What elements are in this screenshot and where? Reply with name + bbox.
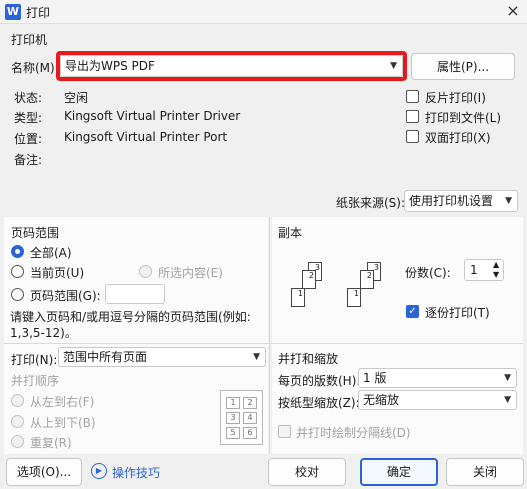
print-what-select[interactable]: 范围中所有页面 ▼ [58, 347, 266, 367]
duplex-label[interactable]: 双面打印(X) [425, 129, 491, 146]
collate-label[interactable]: 逐份打印(T) [425, 304, 490, 321]
paper-source-select[interactable]: 使用打印机设置 ▼ [404, 190, 518, 212]
range-selection-radio [139, 265, 152, 278]
zoom-section-title: 并打和缩放 [278, 352, 339, 366]
vertical-divider [269, 217, 270, 454]
reverse-print-checkbox[interactable] [406, 90, 419, 103]
properties-button[interactable]: 属性(P)... [411, 53, 515, 80]
order-repeat-radio [11, 435, 24, 448]
paper-source-value: 使用打印机设置 [409, 194, 494, 208]
scale-select[interactable]: 无缩放 ▼ [358, 390, 517, 410]
page-range-input[interactable] [105, 284, 165, 304]
range-current-label[interactable]: 当前页(U) [30, 264, 84, 281]
pages-per-sheet-label: 每页的版数(H): [278, 374, 361, 388]
paper-source-label: 纸张来源(S): [336, 196, 406, 210]
wps-logo-icon: W [5, 4, 21, 20]
page-icon: 2 [360, 270, 374, 289]
print-order-section-title: 并打顺序 [11, 374, 60, 388]
options-button[interactable]: 选项(O)... [6, 458, 82, 486]
chevron-down-icon: ▼ [505, 196, 512, 206]
range-pages-label[interactable]: 页码范围(G): [30, 287, 101, 304]
order-cell: 6 [243, 427, 257, 439]
draw-borders-checkbox [278, 425, 291, 438]
close-button[interactable]: 关闭 [446, 458, 524, 486]
order-cell: 4 [243, 412, 257, 424]
print-what-label: 打印(N): [11, 353, 58, 367]
pages-per-sheet-select[interactable]: 1 版 ▼ [358, 368, 517, 388]
scale-label: 按纸型缩放(Z): [278, 396, 360, 410]
printer-name-label: 名称(M): [11, 61, 59, 75]
page-range-hint-line1: 请键入页码和/或用逗号分隔的页码范围(例如: [10, 310, 251, 324]
order-ltr-label: 从左到右(F) [30, 395, 95, 409]
range-all-label[interactable]: 全部(A) [30, 244, 72, 261]
print-what-value: 范围中所有页面 [63, 350, 148, 364]
horizontal-divider [4, 343, 523, 344]
page-icon: 2 [302, 270, 316, 289]
ok-button[interactable]: 确定 [360, 458, 438, 486]
type-value: Kingsoft Virtual Printer Driver [64, 109, 241, 123]
order-ttb-radio [11, 415, 24, 428]
range-current-radio[interactable] [11, 265, 24, 278]
close-window-icon[interactable]: × [502, 1, 524, 21]
location-value: Kingsoft Virtual Printer Port [64, 130, 228, 144]
reverse-print-label[interactable]: 反片打印(I) [425, 89, 486, 106]
range-all-radio[interactable] [11, 245, 24, 258]
order-cell: 5 [226, 427, 240, 439]
comment-label: 备注: [14, 153, 43, 167]
chevron-down-icon: ▼ [390, 61, 397, 71]
order-cell: 2 [243, 397, 257, 409]
order-ttb-label: 从上到下(B) [30, 416, 96, 430]
range-pages-radio[interactable] [11, 288, 24, 301]
collate-illustration-left: 3 2 1 [290, 262, 335, 317]
collate-illustration-right: 3 2 1 [345, 262, 390, 317]
window-title: 打印 [26, 6, 51, 20]
tips-link[interactable]: 操作技巧 [112, 464, 160, 481]
order-preview-grid: 1 2 3 4 5 6 [220, 390, 263, 445]
chevron-down-icon: ▼ [504, 395, 511, 405]
proofread-button[interactable]: 校对 [268, 458, 346, 486]
play-circle-icon[interactable]: ▶ [91, 463, 107, 479]
chevron-down-icon: ▼ [253, 352, 260, 362]
range-selection-label: 所选内容(E) [158, 266, 223, 280]
printer-name-select[interactable]: 导出为WPS PDF ▼ [60, 55, 403, 77]
print-to-file-checkbox[interactable] [406, 110, 419, 123]
scale-value: 无缩放 [363, 393, 400, 407]
page-icon: 1 [291, 288, 305, 307]
copies-count-spinner[interactable]: 1 ▲ ▼ [464, 259, 504, 281]
location-label: 位置: [14, 132, 43, 146]
order-repeat-label: 重复(R) [30, 436, 72, 450]
print-to-file-label[interactable]: 打印到文件(L) [425, 109, 501, 126]
page-icon: 1 [347, 288, 361, 307]
page-range-section-title: 页码范围 [11, 226, 60, 240]
printer-name-value: 导出为WPS PDF [65, 59, 155, 73]
copies-count-label: 份数(C): [405, 266, 451, 280]
chevron-down-icon: ▼ [504, 373, 511, 383]
spinner-up-icon[interactable]: ▲ [493, 260, 499, 270]
duplex-checkbox[interactable] [406, 130, 419, 143]
printer-section-title: 打印机 [11, 33, 48, 47]
order-cell: 3 [226, 412, 240, 424]
order-cell: 1 [226, 397, 240, 409]
order-ltr-radio [11, 394, 24, 407]
page-range-hint-line2: 1,3,5-12)。 [10, 326, 77, 340]
draw-borders-label: 并打时绘制分隔线(D) [296, 426, 411, 440]
copies-count-value: 1 [470, 263, 478, 277]
status-label: 状态: [14, 91, 43, 105]
collate-checkbox[interactable]: ✓ [406, 305, 419, 318]
type-label: 类型: [14, 111, 43, 125]
status-value: 空闲 [64, 91, 89, 105]
title-bar [0, 0, 527, 24]
spinner-down-icon[interactable]: ▼ [493, 270, 499, 280]
pages-per-sheet-value: 1 版 [363, 371, 387, 385]
copies-section-title: 副本 [278, 226, 303, 240]
